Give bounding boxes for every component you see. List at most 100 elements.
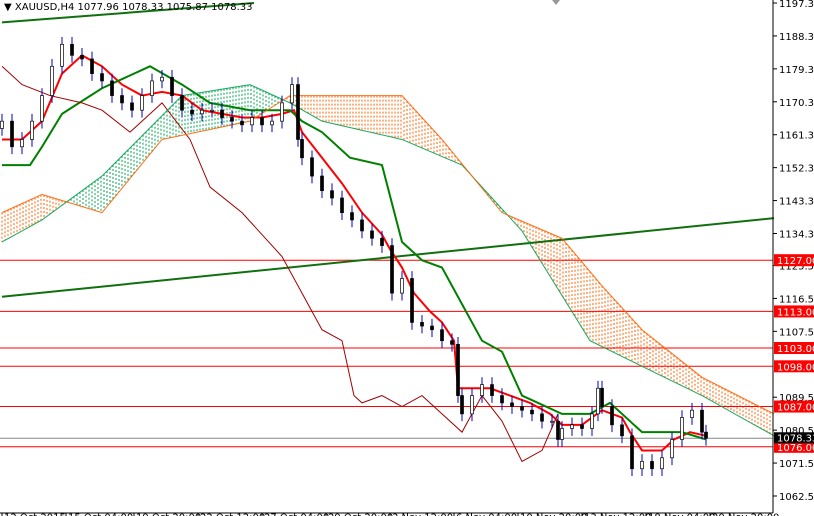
candle-body [630,435,634,470]
candle-body [20,139,24,148]
candle-body [610,406,614,426]
candle-body [380,237,384,246]
candle-body [90,58,94,74]
candle-body [540,413,544,422]
candle-body [140,95,144,111]
candle-body [130,102,134,111]
candle-body [600,387,604,407]
candle-body [570,424,574,429]
level-tag-label: 1113.00 [777,307,814,318]
time-tick-label: 22 Oct 12:00 [200,512,265,516]
candle-body [530,409,534,415]
candle-body [70,43,74,56]
ohlc-low: 1075.87 [166,2,208,13]
candle-body [480,384,484,396]
candle-body [50,65,54,96]
candle-body [340,197,344,213]
candle-body [660,457,664,470]
time-tick-label: 6 Nov 04:00 [456,512,517,516]
candle-body [500,395,504,404]
trendline [1,217,775,298]
candle-body [700,409,704,433]
dropdown-triangle-icon[interactable]: ▼ [4,2,12,13]
candle-body [400,278,404,294]
candle-body [470,395,474,415]
time-tick-label: 15 Oct 04:00 [68,512,133,516]
candle-body [40,95,44,122]
candle-body [640,461,644,470]
candle-body [100,73,104,82]
candle-body [240,120,244,126]
price-tick-label: 1143.30 [779,197,814,208]
level-tag-label: 1127.00 [777,256,814,267]
candle-body [460,395,464,415]
candle-body [180,95,184,111]
candle-body [210,109,214,112]
candle-body [490,384,494,396]
candle-body [704,431,708,439]
candle-body [30,120,34,140]
price-tick-label: 1062.55 [779,492,814,503]
candle-body [280,102,284,122]
price-tick-label: 1170.30 [779,98,814,109]
candle-body [0,120,4,129]
candle-body [60,43,64,67]
chart-title: ▼ XAUUSD,H4 1077.96 1078.33 1075.87 1078… [4,2,253,13]
current-price-label: 1078.33 [777,433,814,444]
time-tick-label: 13 Nov 12:00 [584,512,651,516]
candle-body [556,420,560,440]
series-chikou-span [1,65,559,463]
candle-body [296,84,300,140]
candle-body [160,76,164,82]
candle-body [290,84,294,104]
candle-body [510,402,514,407]
candle-body [360,219,364,232]
chart-shift-marker-icon [552,0,560,5]
candle-body [190,109,194,115]
time-tick-label: 27 Oct 04:00 [264,512,329,516]
candle-body [250,117,254,126]
candle-body [10,120,14,148]
series-kijun-sen [2,65,707,441]
price-chart[interactable]: 1197.30 1188.30 1179.30 1170.30 1161.30 1152.… [0,0,814,516]
time-tick-label: 20 Nov 20:00 [712,512,779,516]
time-tick-label: 12 Oct 2015 [4,512,66,516]
candle-body [670,439,674,459]
candle-body [520,406,524,411]
price-tick-label: 1152.30 [779,164,814,175]
candle-body [620,424,624,437]
candle-body [550,420,554,423]
candle-body [170,76,174,96]
candle-body [590,413,594,429]
candle-body [420,322,424,327]
candle-body [596,387,600,415]
price-tick-label: 1116.55 [779,294,814,305]
candle-body [440,329,444,342]
price-tick-label: 1188.30 [779,32,814,43]
candle-body [310,157,314,177]
candle-body [690,409,694,418]
time-tick-label: 3 Nov 12:00 [392,512,453,516]
time-tick-label: 19 Oct 20:00 [136,512,201,516]
candle-body [110,80,114,96]
candle-body [390,245,394,294]
price-tick-label: 1197.30 [779,0,814,10]
candle-body [150,80,154,96]
candle-body [230,117,234,122]
candle-body [680,417,684,440]
time-tick-label: 18 Nov 04:00 [648,512,715,516]
candle-body [200,109,204,115]
ohlc-high: 1078.33 [122,2,164,13]
candle-body [450,340,454,345]
candle-body [120,95,124,104]
candle-body [300,139,304,159]
ohlc-close: 1078.33 [211,2,253,13]
candle-body [320,175,324,192]
candle-body [350,212,354,221]
candle-body [650,461,654,470]
candle-body [370,230,374,239]
level-tag-label: 1103.00 [777,344,814,355]
candle-body [220,109,224,118]
candle-body [330,190,334,199]
price-tick-label: 1107.55 [779,327,814,338]
